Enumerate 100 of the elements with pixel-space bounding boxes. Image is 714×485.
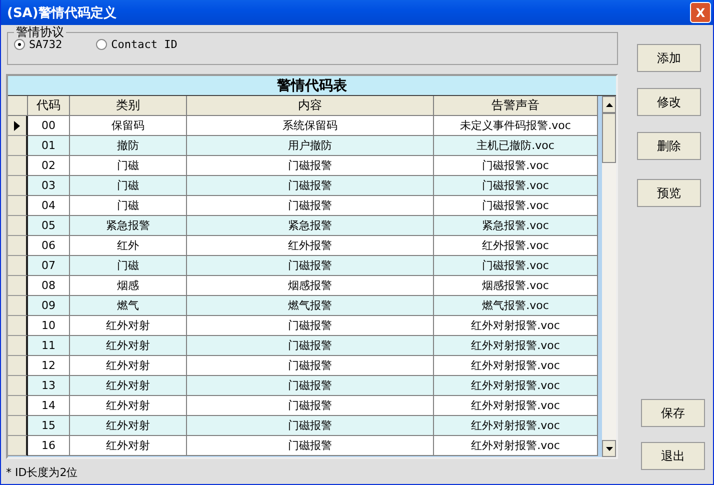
table-cell: 16 (28, 436, 70, 456)
row-selector[interactable] (8, 296, 28, 316)
table-cell: 门磁 (70, 196, 187, 216)
table-cell: 门磁报警 (187, 256, 434, 276)
action-button[interactable]: 添加 (637, 44, 701, 72)
table-cell: 紧急报警 (70, 216, 187, 236)
table-cell: 门磁报警 (187, 176, 434, 196)
table-cell: 红外对射 (70, 336, 187, 356)
window-title: (SA)警情代码定义 (7, 4, 116, 22)
row-selector[interactable] (8, 236, 28, 256)
table-cell: 07 (28, 256, 70, 276)
row-selector[interactable] (8, 316, 28, 336)
table-cell: 烟感 (70, 276, 187, 296)
row-selector[interactable] (8, 396, 28, 416)
group-label: 警情协议 (15, 27, 65, 38)
table-cell: 门磁报警.voc (434, 256, 598, 276)
current-row-icon (14, 120, 20, 130)
row-selector[interactable] (8, 156, 28, 176)
scrollbar[interactable] (602, 96, 616, 457)
table-cell: 红外报警 (187, 236, 434, 256)
table-cell: 门磁 (70, 256, 187, 276)
table-cell: 系统保留码 (187, 116, 434, 136)
table-cell: 红外对射报警.voc (434, 396, 598, 416)
table-title: 警情代码表 (8, 76, 616, 96)
row-selector[interactable] (8, 376, 28, 396)
action-button[interactable]: 退出 (641, 442, 705, 470)
table-cell: 燃气报警.voc (434, 296, 598, 316)
column-header: 类别 (70, 96, 187, 116)
table-cell: 03 (28, 176, 70, 196)
column-header: 代码 (28, 96, 70, 116)
row-selector[interactable] (8, 276, 28, 296)
row-selector[interactable] (8, 356, 28, 376)
row-selector[interactable] (8, 216, 28, 236)
table-cell: 红外对射 (70, 376, 187, 396)
table-cell: 门磁报警 (187, 416, 434, 436)
table-cell: 红外对射 (70, 316, 187, 336)
table-cell: 红外对射报警.voc (434, 336, 598, 356)
table-cell: 06 (28, 236, 70, 256)
row-selector[interactable] (8, 176, 28, 196)
table-cell: 红外对射报警.voc (434, 316, 598, 336)
table-cell: 红外对射 (70, 436, 187, 456)
action-button[interactable]: 修改 (637, 88, 701, 116)
table-cell: 烟感报警 (187, 276, 434, 296)
action-button[interactable]: 保存 (641, 399, 705, 427)
table-cell: 门磁报警 (187, 356, 434, 376)
table-cell: 红外对射报警.voc (434, 356, 598, 376)
table-cell: 红外对射 (70, 416, 187, 436)
table-cell: 11 (28, 336, 70, 356)
column-header: 内容 (187, 96, 434, 116)
radio-option[interactable]: Contact ID (96, 38, 178, 51)
table-cell: 门磁报警 (187, 396, 434, 416)
hint-text: * ID长度为2位 (6, 465, 79, 480)
table-cell: 门磁报警.voc (434, 176, 598, 196)
scroll-thumb[interactable] (602, 113, 616, 163)
row-selector[interactable] (8, 256, 28, 276)
table-cell: 门磁 (70, 156, 187, 176)
action-button[interactable]: 删除 (637, 132, 701, 160)
table-cell: 红外报警.voc (434, 236, 598, 256)
table-cell: 门磁报警 (187, 156, 434, 176)
table-cell: 15 (28, 416, 70, 436)
table-cell: 红外对射 (70, 356, 187, 376)
table-cell: 撤防 (70, 136, 187, 156)
action-button[interactable]: 预览 (637, 179, 701, 207)
table-cell: 烟感报警.voc (434, 276, 598, 296)
table-cell: 门磁报警 (187, 196, 434, 216)
table-cell: 燃气报警 (187, 296, 434, 316)
table-cell: 红外对射报警.voc (434, 376, 598, 396)
column-header: 告警声音 (434, 96, 598, 116)
table-cell: 04 (28, 196, 70, 216)
table-cell: 08 (28, 276, 70, 296)
table-cell: 门磁 (70, 176, 187, 196)
row-selector[interactable] (8, 416, 28, 436)
row-selector[interactable] (8, 116, 28, 136)
table-cell: 05 (28, 216, 70, 236)
table-cell: 红外 (70, 236, 187, 256)
table-cell: 10 (28, 316, 70, 336)
down-arrow-icon (606, 446, 612, 450)
table-cell: 用户撤防 (187, 136, 434, 156)
table-cell: 门磁报警 (187, 436, 434, 456)
table-cell: 紧急报警.voc (434, 216, 598, 236)
radio-option[interactable]: SA732 (14, 38, 62, 51)
up-arrow-icon (606, 102, 612, 106)
table-cell: 门磁报警.voc (434, 196, 598, 216)
row-selector[interactable] (8, 336, 28, 356)
row-selector[interactable] (8, 436, 28, 456)
row-selector[interactable] (8, 136, 28, 156)
table-cell: 01 (28, 136, 70, 156)
table-cell: 红外对射报警.voc (434, 416, 598, 436)
row-selector[interactable] (8, 196, 28, 216)
table-cell: 紧急报警 (187, 216, 434, 236)
close-button[interactable]: X (690, 2, 711, 23)
table-cell: 13 (28, 376, 70, 396)
table-cell: 保留码 (70, 116, 187, 136)
table-cell: 12 (28, 356, 70, 376)
table-cell: 09 (28, 296, 70, 316)
table-cell: 14 (28, 396, 70, 416)
table-cell: 门磁报警 (187, 376, 434, 396)
table-cell: 门磁报警.voc (434, 156, 598, 176)
table-cell: 00 (28, 116, 70, 136)
table-cell: 红外对射报警.voc (434, 436, 598, 456)
